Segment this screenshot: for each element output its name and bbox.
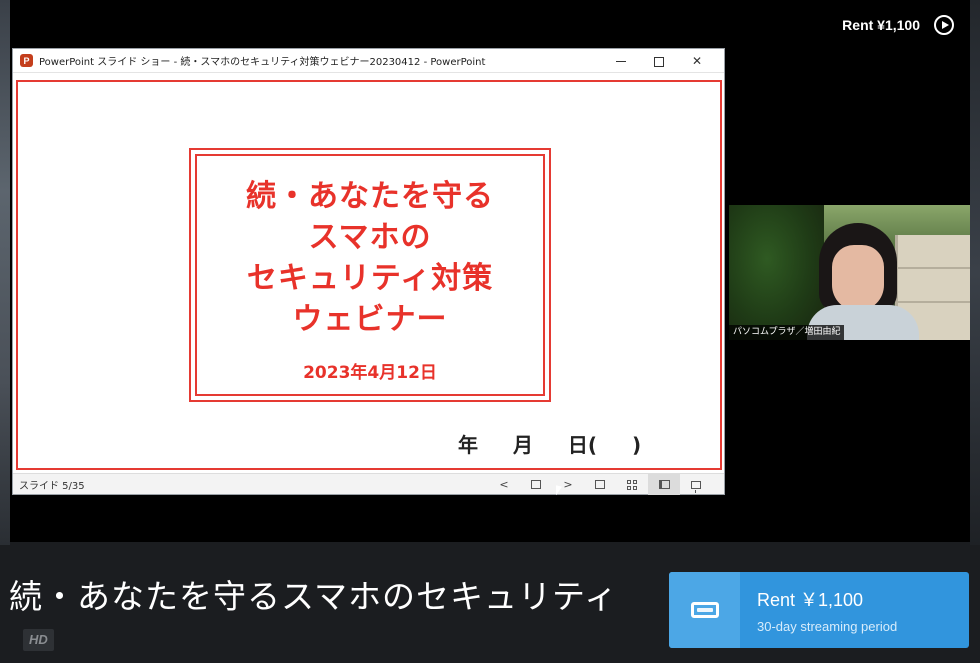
webcam-person-face	[832, 245, 884, 311]
slideshow-icon[interactable]	[680, 474, 712, 495]
rent-icon-cell	[669, 572, 740, 648]
background-edge-right	[970, 0, 980, 545]
slide-title-line: スマホの	[308, 220, 432, 255]
slide-title-line: ウェビナー	[292, 302, 448, 337]
webcam-name-label: パソコムプラザ／増田由紀	[729, 325, 845, 340]
slide-menu-icon[interactable]	[520, 474, 552, 495]
slide-counter: スライド 5/35	[19, 480, 85, 492]
powerpoint-logo-icon: P	[20, 54, 33, 67]
reading-view-icon[interactable]	[648, 474, 680, 495]
normal-view-icon[interactable]	[584, 474, 616, 495]
mouse-cursor-icon	[556, 485, 562, 497]
rent-text: Rent ￥1,100 30-day streaming period	[740, 572, 897, 648]
powerpoint-titlebar: P PowerPoint スライド ショー - 続・スマホのセキュリティ対策ウェ…	[13, 49, 724, 73]
close-icon[interactable]: ✕	[678, 54, 716, 68]
top-rent-label[interactable]: Rent ¥1,100	[842, 17, 920, 33]
slide-title-box: 続・あなたを守る スマホの セキュリティ対策 ウェビナー 2023年4月12日	[189, 148, 551, 402]
slide-date: 2023年4月12日	[303, 363, 437, 383]
video-title: 続・あなたを守るスマホのセキュリティ HD	[9, 574, 649, 663]
previous-slide-icon[interactable]: <	[488, 474, 520, 495]
hd-badge: HD	[23, 628, 54, 651]
slide-sorter-icon[interactable]	[616, 474, 648, 495]
slide-title-line: セキュリティ対策	[246, 261, 494, 296]
webcam-feed: パソコムプラザ／増田由紀	[729, 205, 970, 340]
powerpoint-window-title: PowerPoint スライド ショー - 続・スマホのセキュリティ対策ウェビナ…	[39, 57, 486, 68]
play-circle-icon[interactable]	[934, 15, 954, 35]
powerpoint-window: P PowerPoint スライド ショー - 続・スマホのセキュリティ対策ウェ…	[12, 48, 725, 495]
powerpoint-statusbar: スライド 5/35 < >	[13, 473, 724, 495]
slide-title-line: 続・あなたを守る	[246, 179, 494, 214]
slide-title-inner: 続・あなたを守る スマホの セキュリティ対策 ウェビナー 2023年4月12日	[195, 154, 545, 396]
rent-button-label: Rent ￥1,100	[757, 590, 864, 610]
window-controls: ✕	[602, 49, 716, 73]
background-edge-left	[0, 0, 10, 545]
rent-button-sublabel: 30-day streaming period	[757, 619, 898, 634]
minimize-icon[interactable]	[602, 54, 640, 68]
ticket-icon	[690, 602, 719, 618]
status-icons: < >	[488, 474, 712, 495]
rent-button[interactable]: Rent ￥1,100 30-day streaming period	[669, 572, 969, 648]
video-title-text: 続・あなたを守るスマホのセキュリティ	[9, 577, 619, 616]
maximize-icon[interactable]	[640, 54, 678, 68]
slide-date-blank: 年 月 日( )	[458, 433, 642, 457]
